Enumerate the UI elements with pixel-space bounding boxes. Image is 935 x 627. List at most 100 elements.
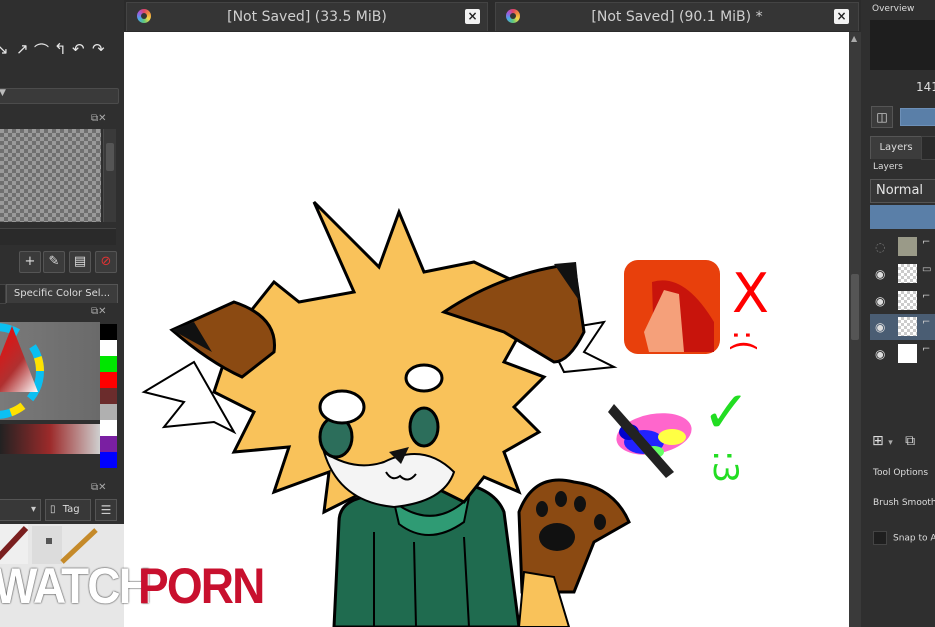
docker-buttons: ⧉✕ — [91, 482, 107, 493]
layer-thumbnail — [898, 317, 917, 336]
color-swatch[interactable] — [100, 452, 117, 468]
list-view-icon[interactable]: ☰ — [95, 499, 117, 521]
edit-pencil-icon[interactable]: ✎ — [43, 251, 65, 273]
color-swatch[interactable] — [100, 356, 117, 372]
color-swatch[interactable] — [100, 340, 117, 356]
color-swatch[interactable] — [100, 388, 117, 404]
color-selector[interactable] — [0, 322, 100, 420]
layer-thumbnail — [898, 237, 917, 256]
duplicate-layer-icon[interactable]: ⧉ — [905, 433, 915, 449]
chevron-down-icon[interactable]: ▾ — [888, 438, 893, 448]
tab-other[interactable] — [921, 136, 935, 160]
drawing-canvas[interactable]: X :( ✓ :3 — [124, 32, 849, 627]
tag-filter-dropdown[interactable]: ▾ — [0, 499, 41, 521]
tag-button[interactable]: ▯ Tag — [45, 499, 91, 521]
eye-icon[interactable]: ◉ — [875, 347, 885, 361]
scrollbar-thumb[interactable] — [106, 143, 114, 171]
layer-item[interactable]: ◌ ⌐ — [870, 234, 935, 260]
tag-button-label: Tag — [62, 504, 80, 515]
snap-checkbox-row[interactable]: Snap to A — [873, 531, 935, 545]
brush-tool-icon[interactable]: ↘ — [0, 40, 9, 58]
layer-item[interactable]: ◉ ⌐ — [870, 288, 935, 314]
layer-thumbnail — [898, 291, 917, 310]
document-tab-title: [Not Saved] (33.5 MiB) — [227, 9, 387, 25]
color-swatch[interactable] — [100, 420, 117, 436]
preview-scrollbar[interactable] — [103, 129, 116, 222]
brush-dropdown[interactable]: ▼ — [0, 88, 119, 104]
value-gradient-bar[interactable] — [0, 424, 100, 454]
snap-checkbox[interactable] — [873, 531, 887, 545]
zoom-slider[interactable] — [900, 108, 935, 126]
document-tab-title: [Not Saved] (90.1 MiB) * — [591, 9, 763, 25]
layer-item[interactable]: ◉ ⌐ — [870, 341, 935, 367]
brush-tool-icon[interactable]: ↗ — [16, 40, 29, 58]
overview-title: Overview — [872, 4, 915, 14]
opacity-slider[interactable] — [870, 205, 935, 229]
tab-specific-color-selector[interactable]: Specific Color Sel... — [6, 284, 118, 303]
eye-icon[interactable]: ◉ — [875, 267, 885, 281]
scrollbar-thumb[interactable] — [851, 274, 859, 340]
layer-properties-icon[interactable]: ⌐ — [922, 291, 930, 302]
brush-tool-icon[interactable]: ↶ — [72, 40, 85, 58]
layer-toolbar: ⊞ ▾ ⧉ — [872, 433, 935, 453]
tag-icon: ▯ — [50, 504, 56, 515]
preview-footer-bar — [0, 228, 116, 245]
close-icon[interactable]: ✕ — [98, 306, 106, 317]
canvas-vertical-scrollbar[interactable]: ▲ — [849, 32, 861, 627]
delete-forbidden-icon[interactable]: ⊘ — [95, 251, 117, 273]
bad-mark: X — [732, 262, 769, 325]
brush-tool-icon[interactable]: ↰ — [54, 40, 67, 58]
brush-smoothing-label: Brush Smoothing — [873, 498, 935, 508]
right-docker-panel: Overview 141 ◫ Layers Layers Normal ◌ ⌐ … — [861, 0, 935, 627]
watermark-text: WATCH — [0, 558, 152, 614]
watermark-text: PORN — [138, 558, 265, 614]
close-icon[interactable]: × — [465, 9, 480, 24]
close-icon[interactable]: × — [834, 9, 849, 24]
preset-tag-row: ▾ ▯ Tag ☰ — [0, 499, 124, 521]
layer-thumbnail — [898, 264, 917, 283]
layer-thumbnail — [898, 344, 917, 363]
docker-buttons: ⧉✕ — [91, 306, 107, 317]
artwork-drawing: X :( ✓ :3 — [141, 200, 769, 627]
chevron-down-icon: ▾ — [30, 504, 36, 515]
brush-tool-icon[interactable]: ⌒ — [34, 40, 49, 61]
overview-zoom-value: 141 — [916, 80, 935, 94]
mirror-view-icon[interactable]: ◫ — [871, 106, 893, 128]
eye-icon[interactable]: ◉ — [875, 294, 885, 308]
add-icon[interactable]: + — [19, 251, 41, 273]
color-swatch[interactable] — [100, 404, 117, 420]
snap-label: Snap to A — [893, 533, 935, 544]
layer-properties-icon[interactable]: ⌐ — [922, 317, 930, 328]
tab-layers[interactable]: Layers — [870, 136, 922, 159]
color-swatch-column — [100, 324, 117, 468]
folder-icon[interactable]: ▤ — [69, 251, 91, 273]
sad-face: :( — [726, 330, 761, 352]
chevron-up-icon[interactable]: ▲ — [851, 34, 857, 43]
happy-face: :3 — [705, 450, 745, 483]
visibility-hidden-icon[interactable]: ◌ — [875, 240, 885, 254]
left-docker-panel: ↘ ↗ ⌒ ↰ ↶ ↷ ▼ ⧉✕ + ✎ ▤ ⊘ Specific Color … — [0, 0, 124, 627]
document-tab-bar: [Not Saved] (33.5 MiB) × [Not Saved] (90… — [124, 0, 861, 32]
group-folder-icon[interactable]: ▭ — [922, 264, 931, 275]
resource-tool-row: + ✎ ▤ ⊘ — [0, 251, 124, 273]
tool-options-title: Tool Options — [873, 468, 929, 478]
brush-preview-area — [0, 129, 101, 222]
color-swatch[interactable] — [100, 436, 117, 452]
document-tab-active[interactable]: [Not Saved] (90.1 MiB) * × — [495, 2, 859, 31]
color-wheel-icon[interactable] — [0, 322, 100, 420]
layer-properties-icon[interactable]: ⌐ — [922, 344, 930, 355]
brush-tool-icon[interactable]: ↷ — [92, 40, 105, 58]
close-icon[interactable]: ✕ — [98, 113, 106, 124]
layer-item[interactable]: ◉ ▭ — [870, 261, 935, 287]
good-mark: ✓ — [702, 378, 751, 446]
overview-thumbnail[interactable] — [870, 20, 935, 70]
layer-properties-icon[interactable]: ⌐ — [922, 237, 930, 248]
add-layer-icon[interactable]: ⊞ — [872, 433, 884, 449]
document-tab[interactable]: [Not Saved] (33.5 MiB) × — [126, 2, 488, 31]
blend-mode-dropdown[interactable]: Normal — [870, 179, 935, 203]
layer-item-selected[interactable]: ◉ ⌐ — [870, 314, 935, 340]
color-swatch[interactable] — [100, 324, 117, 340]
eye-icon[interactable]: ◉ — [875, 320, 885, 334]
color-swatch[interactable] — [100, 372, 117, 388]
close-icon[interactable]: ✕ — [98, 482, 106, 493]
